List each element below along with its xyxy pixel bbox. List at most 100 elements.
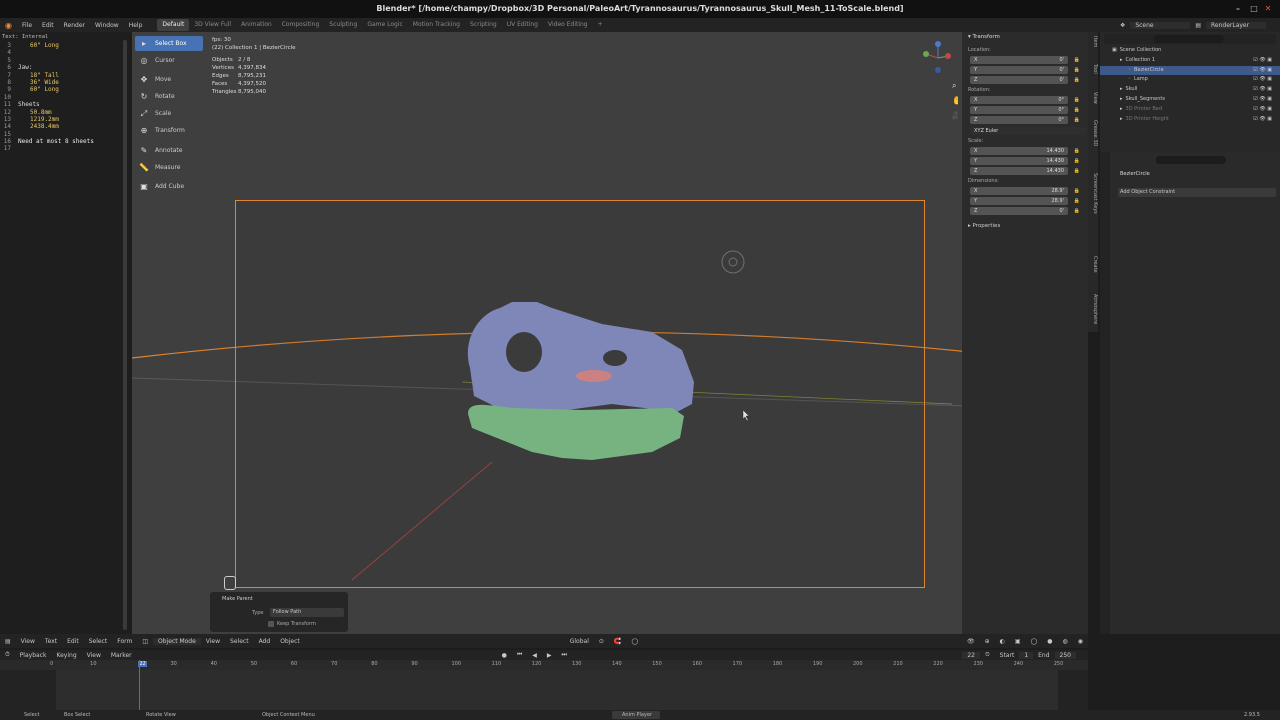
gizmo-y-axis[interactable] (923, 51, 929, 57)
visibility-toggles-icon[interactable]: ☑ 👁 ▣ (1253, 95, 1272, 104)
outliner-item-collection-1[interactable]: ▸ Collection 1 ☑ 👁 ▣ (1100, 56, 1280, 65)
text-line[interactable]: 6 Jaw: (2, 64, 122, 71)
outliner-item-3d-printer-height[interactable]: ▸ 3D Printer Height ☑ 👁 ▣ (1100, 115, 1280, 124)
sidebar-tab-create[interactable]: Create (1088, 256, 1098, 273)
scene-selector[interactable]: Scene (1130, 21, 1191, 29)
location-x-field[interactable]: X 0' 🔒 (970, 56, 1080, 64)
visibility-toggles-icon[interactable]: ☑ 👁 ▣ (1253, 115, 1272, 124)
sidebar-tab-grease-3d[interactable]: Grease 3D (1088, 120, 1098, 146)
viewport-menu-select[interactable]: Select (225, 638, 254, 645)
visibility-toggles-icon[interactable]: ☑ 👁 ▣ (1253, 56, 1272, 65)
tool-rotate[interactable]: ↻ Rotate (135, 89, 203, 104)
visibility-toggles-icon[interactable]: ☑ 👁 ▣ (1253, 105, 1272, 114)
timeline-editor-icon[interactable]: ⏱ (0, 651, 15, 659)
tool-move[interactable]: ✥ Move (135, 72, 203, 87)
text-line[interactable]: 16 Need at most 8 sheets (2, 138, 122, 145)
scale-y-field[interactable]: Y 14.430 🔒 (970, 157, 1080, 165)
viewport-menu-object[interactable]: Object (275, 638, 305, 645)
timeline-menu-playback[interactable]: Playback (15, 652, 52, 659)
lock-icon[interactable]: 🔒 (1074, 56, 1080, 64)
lock-icon[interactable]: 🔒 (1074, 167, 1080, 175)
menu-render[interactable]: Render (59, 22, 90, 29)
workspace-tab-compositing[interactable]: Compositing (277, 19, 325, 31)
text-menu-view[interactable]: View (16, 638, 40, 645)
pivot-icon[interactable]: ⊙ (594, 638, 609, 645)
render-layer-selector[interactable]: RenderLayer (1206, 21, 1266, 29)
scale-z-field[interactable]: Z 14.430 🔒 (970, 167, 1080, 175)
sidebar-tab-item[interactable]: Item (1088, 36, 1098, 47)
object-icon[interactable]: ◦ (1128, 76, 1131, 82)
lock-icon[interactable]: 🔒 (1074, 116, 1080, 124)
visibility-toggles-icon[interactable]: ☑ 👁 ▣ (1253, 75, 1272, 84)
keep-transform-checkbox[interactable] (268, 621, 274, 627)
gizmo-x-axis[interactable] (945, 53, 951, 59)
location-y-field[interactable]: Y 0' 🔒 (970, 66, 1080, 74)
tool-scale[interactable]: ⤢ Scale (135, 106, 203, 121)
lock-icon[interactable]: 🔒 (1074, 157, 1080, 165)
object-icon[interactable]: ▸ (1120, 57, 1123, 63)
lock-icon[interactable]: 🔒 (1074, 207, 1080, 215)
text-menu-edit[interactable]: Edit (62, 638, 84, 645)
gizmo-neg-z[interactable] (935, 67, 941, 73)
gizmo-z-axis[interactable] (935, 41, 941, 47)
text-line[interactable]: 15 (2, 131, 122, 138)
lock-icon[interactable]: 🔒 (1074, 197, 1080, 205)
dimensions-y-field[interactable]: Y 28.9' 🔒 (970, 197, 1080, 205)
menu-edit[interactable]: Edit (37, 22, 59, 29)
sidebar-tab-view[interactable]: View (1088, 92, 1098, 104)
jump-start-icon[interactable]: ⏮ (512, 651, 527, 659)
visibility-toggles-icon[interactable]: ☑ 👁 ▣ (1253, 85, 1272, 94)
outliner-item-lamp[interactable]: ◦ Lamp ☑ 👁 ▣ (1100, 75, 1280, 84)
properties-panel-header[interactable]: ▸ Properties (968, 223, 1000, 229)
camera-lock-icon[interactable] (224, 576, 236, 590)
operator-type-select[interactable]: Follow Path (270, 608, 344, 617)
properties-search-input[interactable] (1156, 156, 1226, 164)
record-icon[interactable]: ● (497, 652, 512, 659)
workspace-tab-default[interactable]: Default (157, 19, 190, 31)
outliner-item-scene-collection[interactable]: ▣ Scene Collection (1100, 46, 1280, 55)
outliner-item-beziercircle[interactable]: ◦ BezierCircle ☑ 👁 ▣ (1100, 65, 1280, 75)
object-icon[interactable]: ▸ (1120, 96, 1123, 102)
maximize-button[interactable]: □ (1248, 3, 1260, 15)
proportional-edit-icon[interactable]: ◯ (626, 638, 643, 645)
text-line[interactable]: 11 Sheets (2, 101, 122, 108)
text-editor[interactable]: Text: Internal 3 60" Long 4 5 6 Jaw: 7 18" Tall… (2, 32, 130, 634)
text-menu-text[interactable]: Text (40, 638, 62, 645)
anim-player-job[interactable]: Anim Player (612, 711, 660, 719)
workspace-tab-animation[interactable]: Animation (236, 19, 277, 31)
scale-x-field[interactable]: X 14.430 🔒 (970, 147, 1080, 155)
snap-icon[interactable]: 🧲 (609, 638, 626, 645)
workspace-tab-video-editing[interactable]: Video Editing (543, 19, 593, 31)
text-line[interactable]: 14 2438.4mm (2, 123, 122, 130)
tool-measure[interactable]: 📏 Measure (135, 160, 203, 175)
jump-end-icon[interactable]: ⏭ (557, 651, 572, 659)
xray-toggle-icon[interactable]: ▣ (1010, 638, 1026, 645)
orientation-select[interactable]: Global (565, 638, 594, 645)
workspace-tab-uv-editing[interactable]: UV Editing (502, 19, 543, 31)
text-menu-select[interactable]: Select (84, 638, 113, 645)
text-line[interactable]: 4 (2, 49, 122, 56)
dimensions-z-field[interactable]: Z 0' 🔒 (970, 207, 1080, 215)
text-line[interactable]: 9 60" Long (2, 86, 122, 93)
visibility-toggles-icon[interactable]: ☑ 👁 ▣ (1253, 66, 1272, 75)
shading-rendered-icon[interactable]: ◉ (1073, 638, 1088, 645)
playhead[interactable] (139, 660, 140, 710)
outliner-item-skull[interactable]: ▸ Skull ☑ 👁 ▣ (1100, 85, 1280, 94)
text-editor-type-icon[interactable]: ▤ (0, 638, 16, 645)
menu-help[interactable]: Help (124, 22, 148, 29)
timeline-menu-marker[interactable]: Marker (106, 652, 137, 659)
sidebar-tab-atmosphere[interactable]: Atmosphere (1088, 294, 1098, 324)
start-frame-field[interactable]: 1 (1019, 651, 1034, 659)
lock-icon[interactable]: 🔒 (1074, 66, 1080, 74)
viewport-menu-view[interactable]: View (201, 638, 225, 645)
gizmo-toggle-icon[interactable]: ⊕ (980, 638, 995, 645)
transform-panel-header[interactable]: ▾ Transform (968, 34, 1000, 40)
play-icon[interactable]: ▶ (542, 652, 557, 659)
text-menu-format[interactable]: Form (112, 638, 137, 645)
text-line[interactable]: 8 36" Wide (2, 79, 122, 86)
sidebar-tab-screencast-keys[interactable]: Screencast Keys (1088, 173, 1098, 214)
object-icon[interactable]: ▸ (1120, 116, 1123, 122)
text-line[interactable]: 12 50.8mm (2, 109, 122, 116)
workspace-tab-scripting[interactable]: Scripting (465, 19, 502, 31)
workspace-tab-sculpting[interactable]: Sculpting (324, 19, 362, 31)
